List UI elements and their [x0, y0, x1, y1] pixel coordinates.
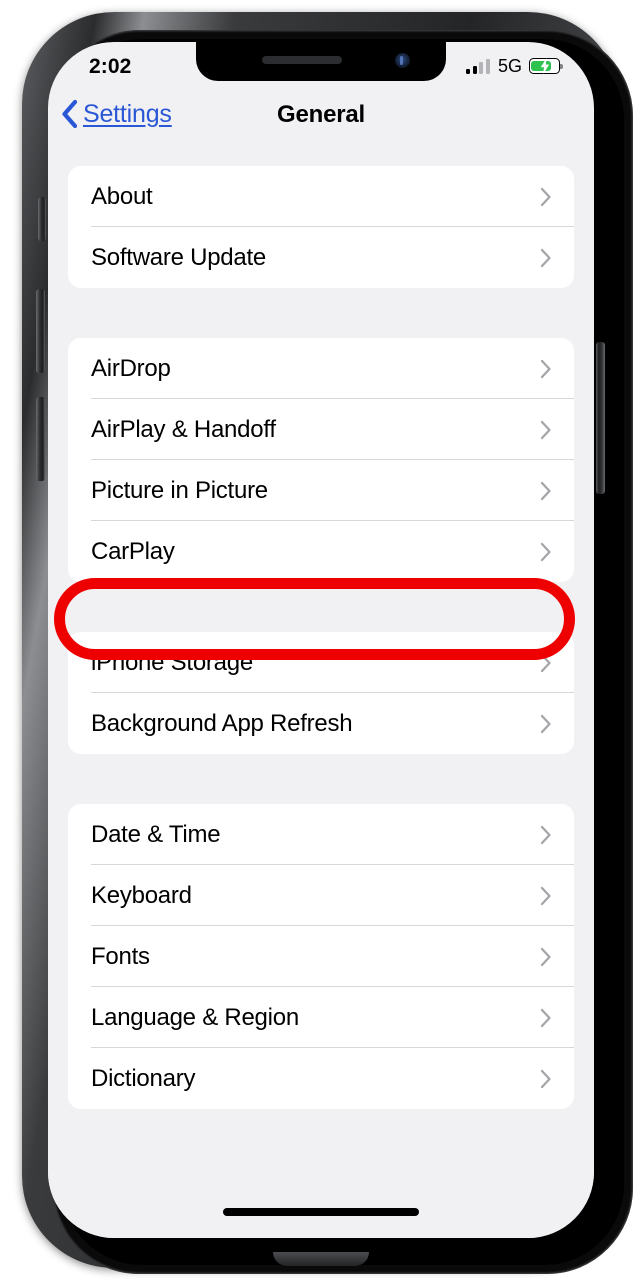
network-type-label: 5G	[497, 56, 522, 76]
settings-row-label: Keyboard	[91, 881, 192, 909]
chevron-right-icon	[540, 248, 551, 267]
display-notch	[196, 42, 446, 81]
phone-screen: 2:02 5G Settings General About Software …	[48, 42, 594, 1238]
chevron-right-icon	[540, 359, 551, 378]
earpiece-speaker-icon	[262, 56, 342, 64]
device-bottom-nub	[273, 1252, 369, 1266]
chevron-right-icon	[540, 653, 551, 672]
settings-row[interactable]: iPhone Storage	[68, 632, 574, 693]
signal-bar-4	[485, 58, 490, 74]
settings-row-label: Picture in Picture	[91, 476, 268, 504]
status-bar-clock: 2:02	[89, 55, 132, 78]
chevron-right-icon	[540, 886, 551, 905]
settings-row-label: Date & Time	[91, 820, 221, 848]
navigation-bar: Settings General	[48, 85, 594, 141]
chevron-right-icon	[540, 481, 551, 500]
settings-row[interactable]: AirDrop	[68, 338, 574, 399]
settings-row-label: Fonts	[91, 942, 150, 970]
chevron-right-icon	[540, 542, 551, 561]
settings-row-label: Software Update	[91, 243, 267, 271]
battery-cap	[560, 63, 563, 70]
power-side-button[interactable]	[596, 342, 605, 494]
settings-row-label: About	[91, 182, 153, 210]
settings-row[interactable]: Dictionary	[68, 1048, 574, 1109]
chevron-right-icon	[540, 1008, 551, 1027]
signal-bar-2	[472, 65, 477, 74]
mute-switch-button[interactable]	[38, 197, 46, 241]
chevron-right-icon	[540, 1069, 551, 1088]
battery-charging-icon	[529, 58, 563, 74]
chevron-right-icon	[540, 947, 551, 966]
charging-bolt-icon	[540, 58, 549, 74]
chevron-right-icon	[540, 420, 551, 439]
settings-row[interactable]: Background App Refresh	[68, 693, 574, 754]
settings-row[interactable]: About	[68, 166, 574, 227]
volume-down-button[interactable]	[36, 397, 45, 481]
settings-row[interactable]: Software Update	[68, 227, 574, 288]
settings-group: About Software Update	[68, 166, 574, 288]
settings-row-label: Background App Refresh	[91, 709, 353, 737]
home-indicator[interactable]	[223, 1208, 419, 1216]
chevron-right-icon	[540, 187, 551, 206]
settings-group: AirDrop AirPlay & Handoff Picture in Pictu…	[68, 338, 574, 582]
settings-row-label: Language & Region	[91, 1003, 299, 1031]
settings-row[interactable]: Language & Region	[68, 987, 574, 1048]
settings-list[interactable]: About Software Update AirDrop AirPlay & Han…	[48, 141, 594, 1238]
settings-row[interactable]: Picture in Picture	[68, 460, 574, 521]
status-bar-indicators: 5G	[466, 56, 563, 76]
chevron-right-icon	[540, 714, 551, 733]
page-title: General	[277, 101, 365, 128]
settings-row[interactable]: Fonts	[68, 926, 574, 987]
settings-group: Date & Time Keyboard Fonts Language & Regio…	[68, 804, 574, 1109]
settings-row[interactable]: CarPlay	[68, 521, 574, 582]
settings-row-label: Dictionary	[91, 1064, 196, 1092]
signal-bar-3	[479, 62, 484, 74]
settings-row-label: AirPlay & Handoff	[91, 415, 276, 443]
settings-row[interactable]: Keyboard	[68, 865, 574, 926]
settings-row[interactable]: Date & Time	[68, 804, 574, 865]
settings-group: iPhone Storage Background App Refresh	[68, 632, 574, 754]
volume-up-button[interactable]	[36, 289, 45, 373]
signal-bar-1	[466, 68, 471, 74]
settings-row-label: AirDrop	[91, 354, 171, 382]
front-camera-icon	[395, 53, 410, 68]
chevron-right-icon	[540, 825, 551, 844]
settings-row-label: CarPlay	[91, 537, 175, 565]
cellular-signal-icon	[466, 58, 490, 74]
settings-row-label: iPhone Storage	[91, 648, 253, 676]
settings-row[interactable]: AirPlay & Handoff	[68, 399, 574, 460]
